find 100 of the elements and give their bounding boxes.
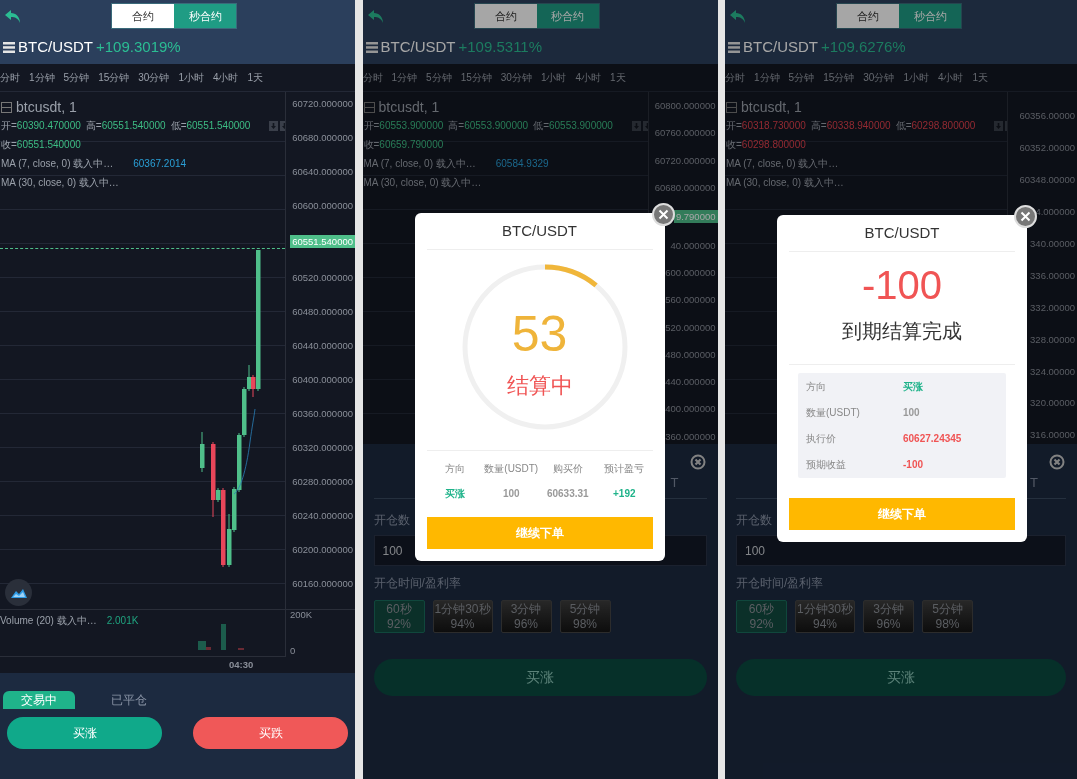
detail-label: 数量(USDT)	[806, 406, 861, 420]
contract-tab[interactable]: 合约	[112, 4, 174, 28]
collapse-icon[interactable]	[1, 101, 12, 113]
position-tab[interactable]: 交易中	[3, 691, 75, 709]
duration-option[interactable]: 60秒 92%	[373, 600, 425, 633]
detail-value: 60627.24345	[903, 432, 962, 446]
price-axis-label: 60400.000000	[292, 375, 353, 385]
chart-logo-icon[interactable]	[5, 579, 32, 606]
ma-label: MA (30, close, 0) 载入中…	[363, 176, 482, 190]
volume-axis-label: 0	[290, 645, 297, 655]
symbol-label: btcusdt, 1	[16, 100, 77, 114]
timeframe-option[interactable]: 4小时	[937, 70, 964, 85]
candle	[200, 431, 205, 473]
collapse-icon[interactable]	[726, 101, 737, 113]
timeframe-option[interactable]: 1天	[610, 70, 626, 85]
pair-title: BTC/USDT	[18, 36, 93, 57]
price-change: +109.3019%	[96, 36, 181, 57]
timeframe-option[interactable]: 4小时	[575, 70, 601, 85]
contract-tab[interactable]: 秒合约	[536, 4, 599, 28]
timeframe-option[interactable]: 1分钟	[29, 70, 55, 85]
volume-label: Volume (20) 载入中…	[0, 614, 97, 628]
price-axis-label: 60720.000000	[292, 99, 353, 109]
volume-value: 2.001K	[106, 614, 139, 628]
duration-label: 开仓时间/盈利率	[373, 575, 462, 592]
buy-up-button[interactable]: 买涨	[736, 659, 1066, 696]
back-arrow-icon[interactable]	[729, 9, 747, 25]
price-axis-label: 60720.000000	[654, 155, 716, 165]
timeframe-option[interactable]: 1天	[247, 70, 264, 85]
buy-down-button[interactable]: 买跌	[193, 717, 348, 749]
price-axis-label: 60680.000000	[654, 182, 716, 193]
price-change: +109.6276%	[821, 36, 906, 57]
timeframe-option[interactable]: 1小时	[178, 70, 204, 85]
price-axis-label: 320.00000	[1030, 398, 1075, 408]
price-axis-label: 600.000000	[665, 268, 716, 278]
price-axis-label: 60280.000000	[292, 477, 353, 487]
ohlc-value: 低=60553.900000	[533, 119, 613, 133]
timeframe-option[interactable]: 15分钟	[98, 70, 130, 85]
duration-option[interactable]: 3分钟 96%	[863, 600, 915, 633]
timeframe-option[interactable]: 4小时	[212, 70, 239, 85]
ohlc-value: 高=60551.540000	[85, 119, 166, 133]
detail-label: 执行价	[806, 432, 837, 446]
column-header: 购买价	[551, 462, 584, 476]
menu-icon[interactable]	[728, 41, 740, 53]
price-axis-label: 60440.000000	[292, 340, 353, 351]
timeframe-option[interactable]: 1小时	[540, 70, 567, 85]
buy-up-button[interactable]: 买涨	[373, 659, 707, 696]
timeframe-option[interactable]: 30分钟	[863, 70, 895, 85]
timeframe-option[interactable]: 5分钟	[426, 70, 452, 85]
duration-option[interactable]: 3分钟 96%	[500, 600, 552, 633]
menu-icon[interactable]	[365, 41, 378, 53]
time-axis-label: 04:30	[229, 657, 254, 672]
price-axis-label: 60356.00000	[1019, 111, 1075, 121]
dialog-title: BTC/USDT	[502, 220, 577, 241]
position-tab[interactable]: 已平仓	[93, 691, 165, 709]
timeframe-option[interactable]: 30分钟	[500, 70, 532, 85]
countdown-seconds: 53	[511, 304, 568, 363]
pair-title: BTC/USDT	[380, 36, 456, 57]
ma-value: 60367.2014	[133, 157, 187, 171]
price-tag: 9.790000	[673, 210, 718, 223]
ma-value: 60584.9329	[495, 157, 549, 171]
duration-option[interactable]: 5分钟 98%	[559, 600, 611, 633]
collapse-icon[interactable]	[363, 101, 375, 113]
duration-option[interactable]: 60秒 92%	[736, 600, 787, 633]
timeframe-option[interactable]: 1分钟	[754, 70, 780, 85]
contract-tab[interactable]: 秒合约	[174, 4, 236, 28]
duration-option[interactable]: 5分钟 98%	[922, 600, 974, 633]
timeframe-option[interactable]: 5分钟	[788, 70, 815, 85]
price-axis-label: 60520.000000	[292, 272, 353, 283]
unit-label: T	[1030, 473, 1038, 492]
ma-label: MA (30, close, 0) 载入中…	[726, 176, 844, 190]
back-arrow-icon[interactable]	[4, 9, 22, 25]
settlement-status: 结算中	[506, 371, 573, 400]
duration-option[interactable]: 1分钟30秒 94%	[795, 600, 856, 633]
contract-tab[interactable]: 合约	[474, 4, 537, 28]
timeframe-option[interactable]: 分时	[362, 70, 383, 85]
contract-tab[interactable]: 秒合约	[899, 4, 961, 28]
timeframe-option[interactable]: 分时	[0, 70, 20, 85]
menu-icon[interactable]	[3, 41, 15, 53]
duration-option[interactable]: 1分钟30秒 94%	[432, 600, 493, 633]
price-axis-label: 480.000000	[665, 349, 716, 360]
ohlc-value: 高=60553.900000	[448, 119, 529, 133]
back-arrow-icon[interactable]	[366, 9, 385, 25]
timeframe-option[interactable]: 30分钟	[138, 70, 170, 85]
timeframe-option[interactable]: 15分钟	[460, 70, 492, 85]
timeframe-option[interactable]: 1天	[972, 70, 989, 85]
ohlc-value: 开=60390.470000	[1, 119, 81, 133]
duration-label: 开仓时间/盈利率	[736, 575, 825, 592]
timeframe-option[interactable]: 分时	[725, 70, 745, 85]
timeframe-option[interactable]: 5分钟	[63, 70, 90, 85]
price-axis-label: 60680.000000	[292, 133, 353, 143]
detail-label: 方向	[806, 380, 827, 394]
timeframe-option[interactable]: 15分钟	[823, 70, 855, 85]
timeframe-option[interactable]: 1分钟	[391, 70, 418, 85]
close-value: 收=60298.800000	[726, 138, 807, 152]
price-axis-label: 4.000000	[1035, 206, 1075, 217]
contract-tab[interactable]: 合约	[837, 4, 899, 28]
ohlc-value: 高=60338.940000	[810, 119, 891, 133]
timeframe-option[interactable]: 1小时	[903, 70, 929, 85]
price-axis-label: 440.000000	[665, 377, 716, 387]
buy-up-button[interactable]: 买涨	[7, 717, 162, 749]
